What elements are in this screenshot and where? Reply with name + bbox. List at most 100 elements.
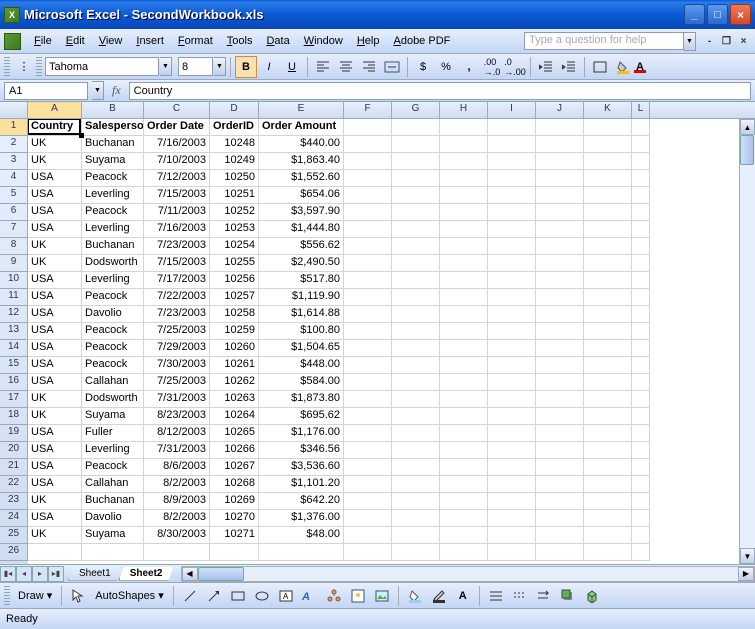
cell[interactable]: $584.00: [259, 374, 344, 391]
cell[interactable]: USA: [28, 272, 82, 289]
scroll-up-arrow-icon[interactable]: ▲: [740, 119, 755, 135]
cell[interactable]: [536, 442, 584, 459]
cell[interactable]: USA: [28, 340, 82, 357]
cell[interactable]: [344, 374, 392, 391]
cell[interactable]: 10255: [210, 255, 259, 272]
oval-button[interactable]: [251, 585, 273, 607]
cell[interactable]: 10257: [210, 289, 259, 306]
cell[interactable]: 7/16/2003: [144, 136, 210, 153]
cell[interactable]: [259, 544, 344, 561]
cell[interactable]: 10269: [210, 493, 259, 510]
rectangle-button[interactable]: [227, 585, 249, 607]
row-header-4[interactable]: 4: [0, 170, 28, 187]
align-right-button[interactable]: [358, 56, 380, 78]
cell[interactable]: Peacock: [82, 323, 144, 340]
tab-prev-button[interactable]: ◂: [16, 566, 32, 582]
cell[interactable]: [440, 357, 488, 374]
row-header-24[interactable]: 24: [0, 510, 28, 527]
cell[interactable]: [344, 323, 392, 340]
cell[interactable]: [392, 187, 440, 204]
cell[interactable]: [584, 408, 632, 425]
cell[interactable]: [440, 306, 488, 323]
menu-window[interactable]: Window: [297, 32, 350, 50]
cell[interactable]: [344, 391, 392, 408]
formula-input[interactable]: Country: [129, 82, 751, 100]
cell[interactable]: [584, 306, 632, 323]
cell[interactable]: Fuller: [82, 425, 144, 442]
cell[interactable]: UK: [28, 153, 82, 170]
cell[interactable]: [344, 119, 392, 136]
cell[interactable]: [488, 187, 536, 204]
font-color-button[interactable]: A: [635, 56, 657, 78]
decrease-decimal-button[interactable]: .0→.00: [504, 56, 526, 78]
borders-button[interactable]: [589, 56, 611, 78]
help-search-input[interactable]: Type a question for help: [524, 32, 684, 50]
cell[interactable]: [392, 119, 440, 136]
doc-close-button[interactable]: ×: [736, 34, 751, 49]
cell[interactable]: [392, 357, 440, 374]
menu-edit[interactable]: Edit: [59, 32, 92, 50]
cell[interactable]: Dodsworth: [82, 255, 144, 272]
cell[interactable]: [632, 391, 650, 408]
cell[interactable]: [488, 391, 536, 408]
cell[interactable]: [488, 221, 536, 238]
row-header-11[interactable]: 11: [0, 289, 28, 306]
cell[interactable]: Suyama: [82, 527, 144, 544]
cell[interactable]: [488, 340, 536, 357]
cell[interactable]: $48.00: [259, 527, 344, 544]
percent-button[interactable]: %: [435, 56, 457, 78]
cell[interactable]: [392, 459, 440, 476]
cell[interactable]: $556.62: [259, 238, 344, 255]
cell[interactable]: [440, 374, 488, 391]
cell[interactable]: [392, 476, 440, 493]
row-header-5[interactable]: 5: [0, 187, 28, 204]
row-header-15[interactable]: 15: [0, 357, 28, 374]
cell[interactable]: [488, 357, 536, 374]
cell[interactable]: [488, 204, 536, 221]
cell[interactable]: [536, 408, 584, 425]
font-size-arrow-icon[interactable]: ▼: [214, 57, 226, 76]
cell[interactable]: [440, 510, 488, 527]
cell[interactable]: Suyama: [82, 408, 144, 425]
cell[interactable]: $1,504.65: [259, 340, 344, 357]
cell[interactable]: [344, 204, 392, 221]
cell[interactable]: [584, 221, 632, 238]
cell[interactable]: 10248: [210, 136, 259, 153]
cell[interactable]: [584, 357, 632, 374]
cell[interactable]: [440, 425, 488, 442]
cell[interactable]: USA: [28, 357, 82, 374]
cell[interactable]: [488, 323, 536, 340]
cell[interactable]: [632, 476, 650, 493]
cell[interactable]: Peacock: [82, 289, 144, 306]
cell[interactable]: [392, 374, 440, 391]
cell[interactable]: 10254: [210, 238, 259, 255]
cell[interactable]: [632, 204, 650, 221]
cell[interactable]: [632, 340, 650, 357]
row-header-13[interactable]: 13: [0, 323, 28, 340]
cell[interactable]: [536, 340, 584, 357]
col-header-K[interactable]: K: [584, 102, 632, 118]
cell[interactable]: Leverling: [82, 221, 144, 238]
cell[interactable]: [584, 119, 632, 136]
menu-tools[interactable]: Tools: [220, 32, 260, 50]
cell[interactable]: Country: [28, 119, 82, 136]
cell[interactable]: [488, 493, 536, 510]
cell[interactable]: $1,552.60: [259, 170, 344, 187]
cell[interactable]: [584, 493, 632, 510]
cell[interactable]: [210, 544, 259, 561]
cell[interactable]: 7/31/2003: [144, 391, 210, 408]
cell[interactable]: [536, 493, 584, 510]
cell[interactable]: [144, 544, 210, 561]
cell[interactable]: USA: [28, 510, 82, 527]
cell[interactable]: [536, 255, 584, 272]
col-header-B[interactable]: B: [82, 102, 144, 118]
cell[interactable]: 10262: [210, 374, 259, 391]
cell[interactable]: [584, 459, 632, 476]
merge-center-button[interactable]: [381, 56, 403, 78]
cell[interactable]: USA: [28, 425, 82, 442]
cell[interactable]: [344, 255, 392, 272]
cell[interactable]: [488, 153, 536, 170]
cell[interactable]: [488, 510, 536, 527]
cell[interactable]: [440, 255, 488, 272]
cell[interactable]: [488, 272, 536, 289]
